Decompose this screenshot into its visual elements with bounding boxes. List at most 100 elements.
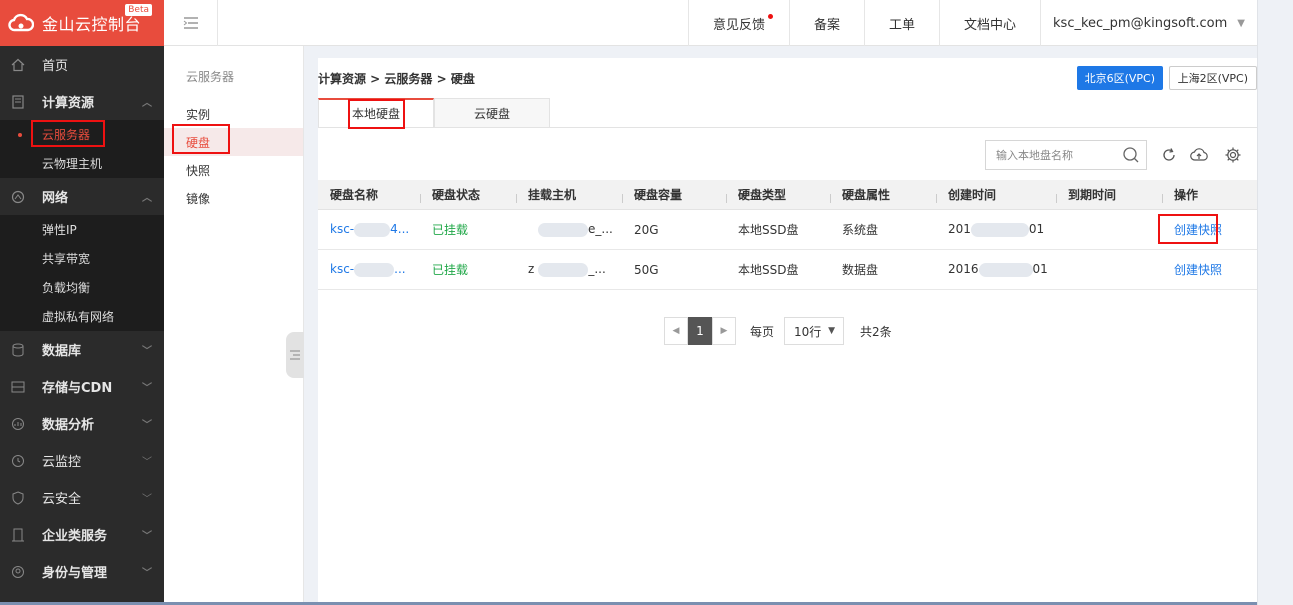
subnav-title: 云服务器	[186, 70, 235, 84]
cloud-upload-icon[interactable]	[1190, 146, 1208, 164]
sidebar-item-cloud-server[interactable]: 云服务器	[0, 120, 164, 149]
region-button-shanghai2[interactable]: 上海2区(VPC)	[1168, 66, 1257, 90]
disk-attr: 数据盘	[842, 263, 879, 277]
column-header[interactable]: 创建时间	[936, 186, 1056, 203]
subnav-item-snapshots[interactable]: 快照	[164, 156, 303, 184]
gear-icon[interactable]	[1224, 146, 1242, 164]
subnav-item-label: 硬盘	[186, 135, 211, 150]
column-header[interactable]: 硬盘容量	[622, 186, 726, 203]
redacted-text	[970, 222, 1029, 237]
sidebar-item-analytics[interactable]: 数据分析 ﹀	[0, 405, 164, 442]
created-time: 2016 01	[936, 262, 1056, 277]
page-number-button[interactable]: 1	[688, 317, 712, 345]
brand-header[interactable]: 金山云控制台 Beta	[0, 0, 164, 46]
sidebar-item-label: 云监控	[42, 455, 82, 470]
caret-down-icon: ▼	[1237, 17, 1245, 29]
disk-name-tail: 4...	[390, 222, 410, 237]
disk-type: 本地SSD盘	[738, 223, 799, 237]
tab-local-disk[interactable]: 本地硬盘	[318, 98, 434, 128]
disk-status: 已挂载	[432, 263, 469, 277]
menu-toggle-icon[interactable]	[164, 0, 218, 46]
create-snapshot-link[interactable]: 创建快照	[1162, 221, 1257, 238]
sidebar-item-label: 弹性IP	[42, 223, 77, 237]
feedback-link[interactable]: 意见反馈	[687, 0, 789, 46]
subnav-item-instances[interactable]: 实例	[164, 100, 303, 128]
chevron-down-icon: ﹀	[142, 420, 152, 431]
home-icon	[10, 57, 26, 73]
docs-link[interactable]: 文档中心	[939, 0, 1040, 46]
sidebar-item-label: 网络	[42, 191, 69, 206]
chevron-down-icon: ﹀	[142, 383, 152, 394]
disk-capacity: 50G	[634, 262, 659, 277]
sidebar-item-security[interactable]: 云安全 ﹀	[0, 479, 164, 516]
subnav-item-images[interactable]: 镜像	[164, 184, 303, 212]
column-header[interactable]: 操作	[1162, 186, 1257, 203]
tab-cloud-disk[interactable]: 云硬盘	[434, 98, 550, 128]
sidebar-item-bare-metal[interactable]: 云物理主机	[0, 149, 164, 178]
subnav-item-disks[interactable]: 硬盘	[164, 128, 303, 156]
column-header[interactable]: 硬盘类型	[726, 186, 830, 203]
search-input[interactable]	[996, 148, 1116, 162]
created-prefix: 2016	[948, 262, 979, 277]
ticket-link[interactable]: 工单	[863, 0, 939, 46]
table-row: ksc-... 已挂载 z _... 50G 本地SSD盘 数据盘 2016 01 …	[318, 250, 1257, 290]
right-edge-area	[1257, 0, 1293, 605]
disk-type: 本地SSD盘	[738, 263, 799, 277]
refresh-icon[interactable]	[1160, 146, 1178, 164]
sidebar-item-label: 企业类服务	[42, 529, 108, 544]
column-header[interactable]: 硬盘状态	[420, 186, 516, 203]
sidebar-item-label: 云服务器	[42, 128, 91, 142]
sidebar-item-storage-cdn[interactable]: 存储与CDN ﹀	[0, 368, 164, 405]
monitor-icon	[10, 453, 26, 469]
create-snapshot-link[interactable]: 创建快照	[1162, 261, 1257, 278]
main-panel: 计算资源 > 云服务器 > 硬盘 北京6区(VPC) 上海2区(VPC) 本地硬…	[318, 58, 1257, 605]
column-header[interactable]: 硬盘名称	[318, 186, 420, 203]
column-header[interactable]: 到期时间	[1056, 186, 1162, 203]
region-button-beijing6[interactable]: 北京6区(VPC)	[1076, 66, 1163, 90]
sidebar-item-label: 负载均衡	[42, 281, 91, 295]
beian-label: 备案	[813, 17, 840, 33]
chevron-down-icon: ﹀	[142, 346, 152, 357]
disk-status: 已挂载	[432, 223, 469, 237]
sidebar-item-monitor[interactable]: 云监控 ﹀	[0, 442, 164, 479]
collapse-handle-icon[interactable]	[286, 332, 304, 378]
pagination: ◀ 1 ▶ 每页 10行 ▼ 共2条	[664, 317, 892, 345]
sidebar-item-enterprise[interactable]: 企业类服务 ﹀	[0, 516, 164, 553]
sidebar-item-label: 身份与管理	[42, 566, 108, 581]
chevron-down-icon: ﹀	[142, 494, 152, 505]
disk-tabs: 本地硬盘 云硬盘	[318, 98, 550, 128]
top-bar: 意见反馈 备案 工单 文档中心 ksc_kec_pm@kingsoft.com …	[164, 0, 1257, 46]
chevron-down-icon: ﹀	[142, 531, 152, 542]
disk-name-link[interactable]: ksc-...	[318, 262, 420, 277]
tab-label: 本地硬盘	[351, 107, 400, 121]
sidebar-item-label: 共享带宽	[42, 252, 91, 266]
host-tail: _...	[588, 262, 606, 277]
prev-page-icon[interactable]: ◀	[664, 317, 688, 345]
user-menu[interactable]: ksc_kec_pm@kingsoft.com ▼	[1040, 0, 1257, 46]
search-icon[interactable]	[1122, 146, 1140, 167]
enterprise-icon	[10, 527, 26, 543]
sidebar-item-database[interactable]: 数据库 ﹀	[0, 331, 164, 368]
sidebar-item-home[interactable]: 首页	[0, 46, 164, 83]
sidebar-item-network[interactable]: 网络 ︿	[0, 178, 164, 215]
next-page-icon[interactable]: ▶	[712, 317, 736, 345]
sidebar-item-shared-bandwidth[interactable]: 共享带宽	[0, 244, 164, 273]
subnav-item-label: 镜像	[186, 191, 211, 206]
sidebar-item-eip[interactable]: 弹性IP	[0, 215, 164, 244]
sidebar-item-load-balancer[interactable]: 负载均衡	[0, 273, 164, 302]
beian-link[interactable]: 备案	[788, 0, 864, 46]
disk-name-link[interactable]: ksc- 4...	[318, 222, 420, 237]
sidebar-item-label: 虚拟私有网络	[42, 310, 115, 324]
sidebar-item-identity[interactable]: 身份与管理 ﹀	[0, 553, 164, 590]
disk-table: 硬盘名称 硬盘状态 挂载主机 硬盘容量 硬盘类型 硬盘属性 创建时间 到期时间 …	[318, 180, 1257, 290]
disk-name: ksc-	[330, 262, 355, 277]
column-header[interactable]: 挂载主机	[516, 186, 622, 203]
column-header[interactable]: 硬盘属性	[830, 186, 936, 203]
storage-icon	[10, 379, 26, 395]
sidebar-item-label: 数据分析	[42, 418, 95, 433]
identity-icon	[10, 564, 26, 580]
sidebar-item-compute[interactable]: 计算资源 ︿	[0, 83, 164, 120]
sidebar-item-vpc[interactable]: 虚拟私有网络	[0, 302, 164, 331]
per-page-select[interactable]: 10行 ▼	[784, 317, 845, 345]
sub-sidebar: 云服务器 实例 硬盘 快照 镜像	[164, 46, 304, 605]
